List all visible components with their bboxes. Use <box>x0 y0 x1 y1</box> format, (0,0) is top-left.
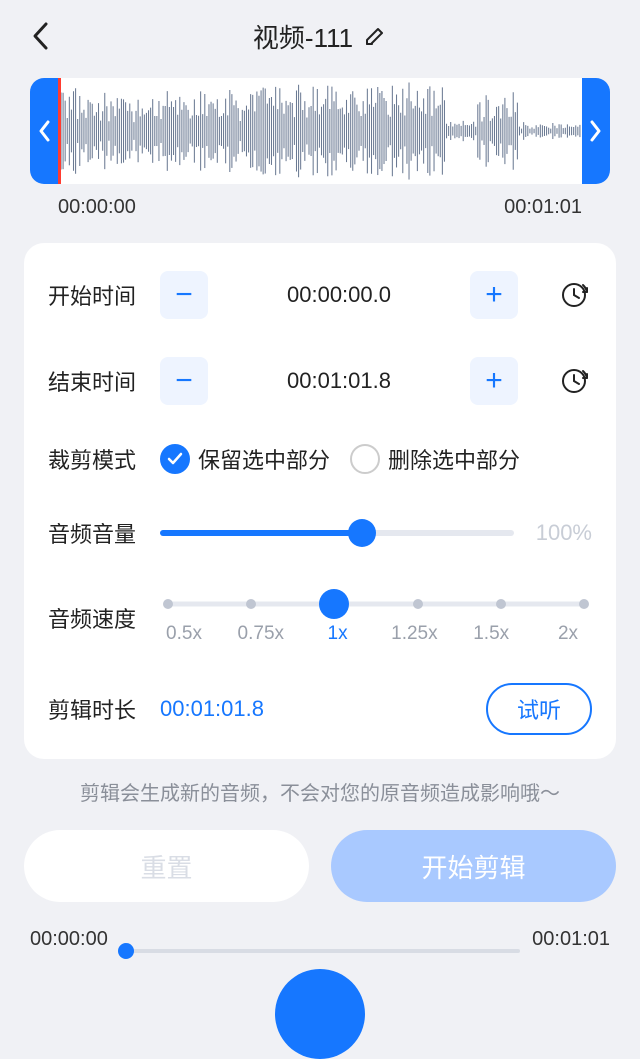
waveform-right-handle[interactable] <box>582 78 610 184</box>
end-time-stepper: − 00:01:01.8 + <box>160 357 518 405</box>
reset-button[interactable]: 重置 <box>24 830 309 902</box>
waveform-canvas[interactable]: placeholder <box>58 78 582 184</box>
speed-tick <box>579 599 589 609</box>
speed-tick <box>246 599 256 609</box>
clock-icon <box>559 280 589 310</box>
chevron-right-icon <box>590 120 602 142</box>
back-button[interactable] <box>24 20 56 52</box>
volume-label: 音频音量 <box>48 517 160 549</box>
clip-mode-keep[interactable]: 保留选中部分 <box>160 443 330 475</box>
end-time-now-button[interactable] <box>556 363 592 399</box>
slider-thumb[interactable] <box>348 519 376 547</box>
clock-icon <box>559 366 589 396</box>
volume-row: 音频音量 100% <box>48 513 592 553</box>
clip-mode-remove[interactable]: 删除选中部分 <box>350 443 520 475</box>
start-time-label: 开始时间 <box>48 279 160 311</box>
play-progress[interactable] <box>120 941 520 961</box>
waveform-left-handle[interactable] <box>30 78 58 184</box>
start-time-now-button[interactable] <box>556 277 592 313</box>
chevron-left-icon <box>38 120 50 142</box>
start-time-increment[interactable]: + <box>470 271 518 319</box>
radio-checked-icon <box>160 444 190 474</box>
header: 视频-111 <box>0 0 640 72</box>
speed-labels: 0.5x 0.75x 1x 1.25x 1.5x 2x <box>156 623 596 645</box>
radio-unchecked-icon <box>350 444 380 474</box>
clip-mode-remove-label: 删除选中部分 <box>388 443 520 475</box>
page-title-wrap: 视频-111 <box>253 18 387 55</box>
hint-text: 剪辑会生成新的音频，不会对您的原音频造成影响哦～ <box>0 777 640 806</box>
clip-mode-row: 裁剪模式 保留选中部分 删除选中部分 <box>48 443 592 475</box>
duration-row: 剪辑时长 00:01:01.8 试听 <box>48 683 592 735</box>
speed-option[interactable]: 0.5x <box>156 623 212 645</box>
clip-mode-label: 裁剪模式 <box>48 443 160 475</box>
speed-option[interactable]: 1.25x <box>386 623 442 645</box>
end-time-decrement[interactable]: − <box>160 357 208 405</box>
speed-tick <box>413 599 423 609</box>
action-row: 重置 开始剪辑 <box>24 830 616 902</box>
page-title: 视频-111 <box>253 18 353 55</box>
waveform[interactable]: placeholder <box>30 78 610 184</box>
start-time-value[interactable]: 00:00:00.0 <box>208 282 470 308</box>
speed-option[interactable]: 0.75x <box>233 623 289 645</box>
end-time-label: 结束时间 <box>48 365 160 397</box>
speed-track <box>168 591 584 617</box>
volume-percent: 100% <box>514 520 592 546</box>
speed-tick <box>496 599 506 609</box>
duration-value: 00:01:01.8 <box>160 696 486 722</box>
play-thumb[interactable] <box>118 943 134 959</box>
play-track <box>120 949 520 953</box>
waveform-start-time: 00:00:00 <box>58 196 136 219</box>
play-total-time: 00:01:01 <box>532 928 610 951</box>
start-time-stepper: − 00:00:00.0 + <box>160 271 518 319</box>
start-clip-button[interactable]: 开始剪辑 <box>331 830 616 902</box>
end-time-increment[interactable]: + <box>470 357 518 405</box>
pencil-icon <box>363 24 387 48</box>
speed-option[interactable]: 1x <box>310 623 366 645</box>
end-time-row: 结束时间 − 00:01:01.8 + <box>48 357 592 405</box>
volume-slider[interactable] <box>160 513 514 553</box>
play-bar: 00:00:00 00:01:01 <box>30 928 610 1059</box>
speed-option[interactable]: 1.5x <box>463 623 519 645</box>
edit-panel: 开始时间 − 00:00:00.0 + 结束时间 − 00:01:01.8 + <box>24 243 616 759</box>
duration-label: 剪辑时长 <box>48 693 160 725</box>
slider-fill <box>160 530 362 536</box>
chevron-left-icon <box>31 21 49 51</box>
speed-row: 音频速度 0.5x0.75x1x1.25x1.5x2x <box>48 591 592 645</box>
speed-label: 音频速度 <box>48 602 160 634</box>
start-time-row: 开始时间 − 00:00:00.0 + <box>48 271 592 319</box>
play-current-time: 00:00:00 <box>30 928 108 951</box>
speed-tick <box>163 599 173 609</box>
speed-line <box>168 602 584 607</box>
check-icon <box>166 450 184 468</box>
waveform-times: 00:00:00 00:01:01 <box>30 184 610 219</box>
end-time-value[interactable]: 00:01:01.8 <box>208 368 470 394</box>
play-button[interactable] <box>275 969 365 1059</box>
clip-mode-keep-label: 保留选中部分 <box>198 443 330 475</box>
start-time-decrement[interactable]: − <box>160 271 208 319</box>
preview-button[interactable]: 试听 <box>486 683 592 735</box>
edit-title-button[interactable] <box>363 24 387 48</box>
waveform-svg: placeholder <box>61 78 582 184</box>
speed-slider[interactable]: 0.5x0.75x1x1.25x1.5x2x <box>160 591 592 645</box>
waveform-section: placeholder 00:00:00 00:01:01 <box>30 78 610 219</box>
waveform-end-time: 00:01:01 <box>504 196 582 219</box>
clip-mode-radio-group: 保留选中部分 删除选中部分 <box>160 443 520 475</box>
speed-thumb[interactable] <box>319 589 349 619</box>
speed-option[interactable]: 2x <box>540 623 596 645</box>
